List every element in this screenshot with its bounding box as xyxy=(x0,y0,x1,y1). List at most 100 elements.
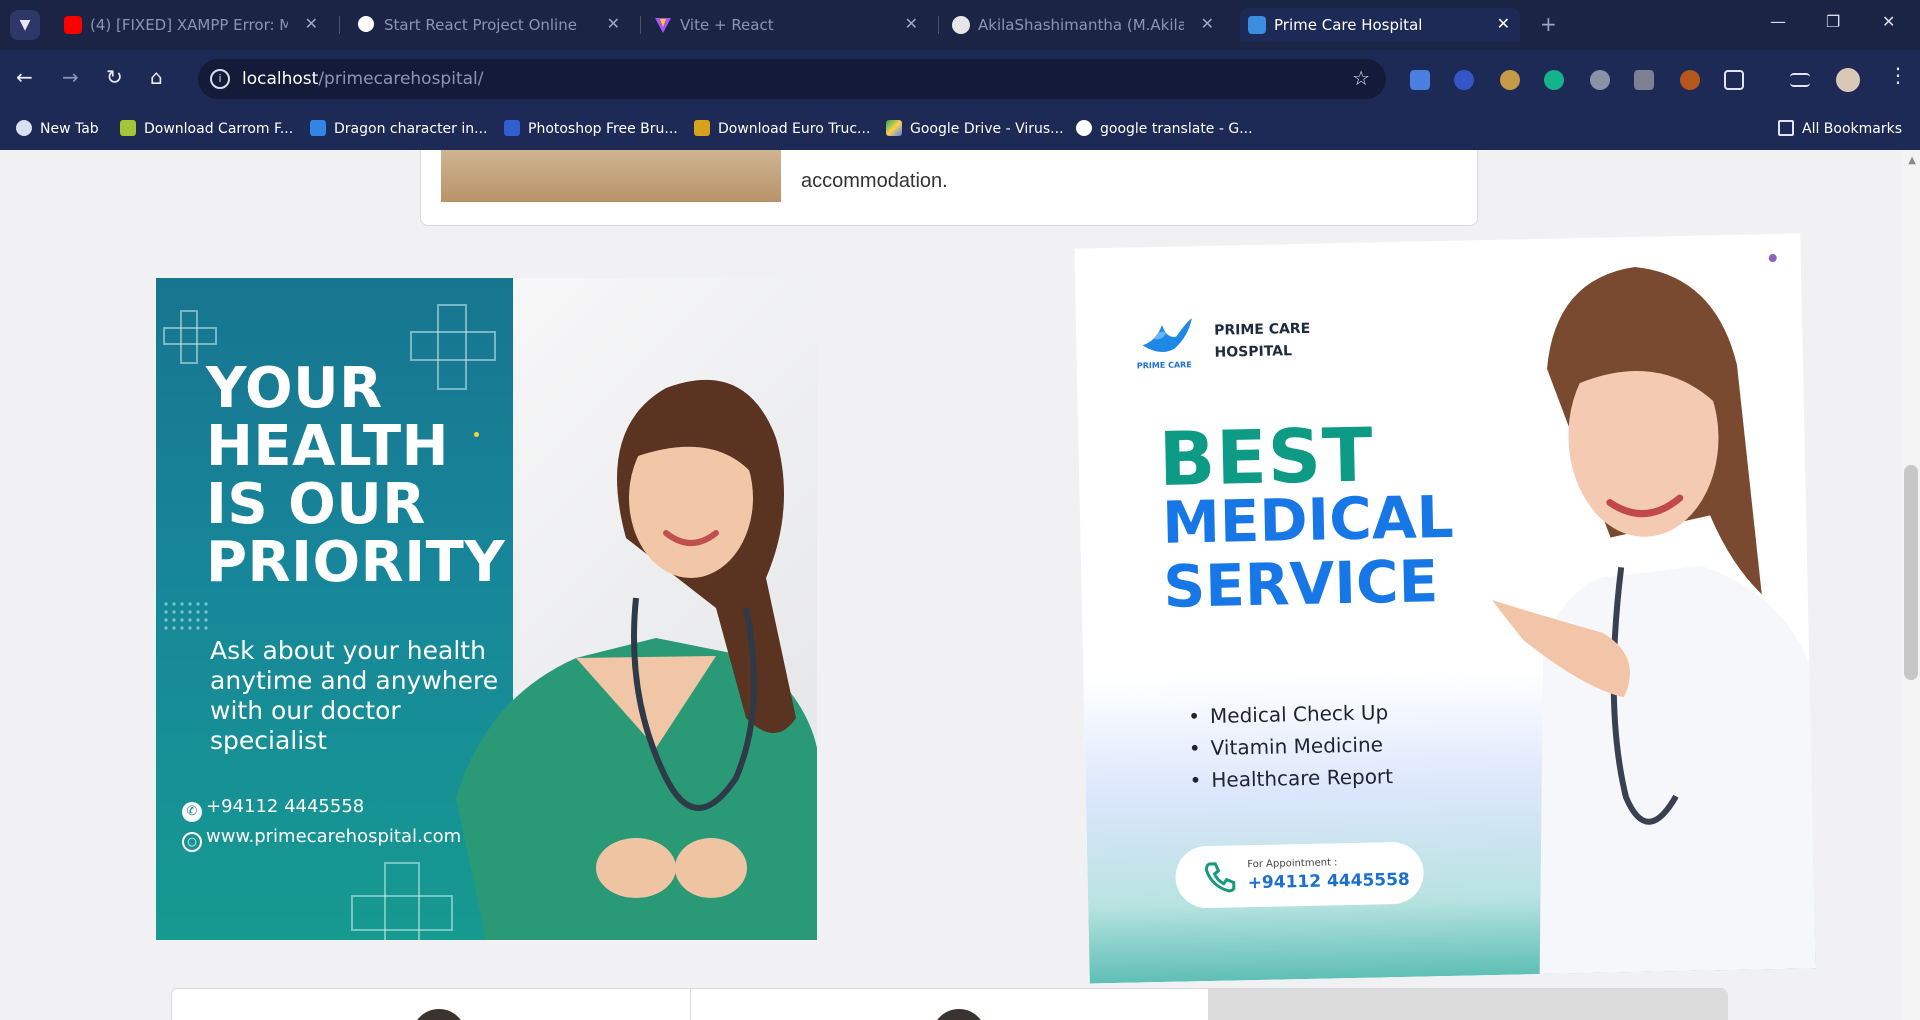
cookie-extension-icon[interactable] xyxy=(1500,70,1520,90)
forward-icon[interactable]: → xyxy=(62,65,79,89)
bookmark-carrom[interactable]: Download Carrom F... xyxy=(120,120,293,137)
home-icon[interactable]: ⌂ xyxy=(150,65,163,89)
bookmark-google-drive[interactable]: Google Drive - Virus... xyxy=(886,120,1064,137)
room-card: accommodation. xyxy=(420,150,1478,226)
appointment-phone: +94112 4445558 xyxy=(1247,869,1410,894)
banner-website: ○ www.primecarehospital.com xyxy=(182,826,461,852)
close-icon[interactable]: ✕ xyxy=(905,14,918,33)
orange-extension-icon[interactable] xyxy=(1680,70,1700,90)
page-viewport: accommodation. YOUR HEALTH IS OUR PRIORI… xyxy=(0,150,1920,1020)
appointment-label: For Appointment : xyxy=(1247,857,1338,871)
reload-icon[interactable]: ↻ xyxy=(106,65,123,89)
room-image xyxy=(441,150,781,202)
globe-icon xyxy=(16,120,32,136)
tab-xampp[interactable]: (4) [FIXED] XAMPP Error: MySQL ✕ xyxy=(56,8,328,42)
headline-line: HEALTH xyxy=(206,414,449,479)
medical-service-heading: MEDICAL SERVICE xyxy=(1161,483,1455,621)
room-description: accommodation. xyxy=(801,170,948,192)
banner-headline: YOUR HEALTH IS OUR PRIORITY xyxy=(206,360,516,592)
hospital-name: PRIME CARE HOSPITAL xyxy=(1214,318,1311,364)
scroll-up-arrow-icon[interactable]: ▲ xyxy=(1908,155,1916,166)
tab-github[interactable]: AkilaShashimantha (M.Akila Sha ✕ xyxy=(944,8,1224,42)
bookmark-photoshop[interactable]: Photoshop Free Bru... xyxy=(504,120,678,137)
extensions-puzzle-icon[interactable] xyxy=(1724,70,1744,90)
tab-strip: ▼ (4) [FIXED] XAMPP Error: MySQL ✕ Start… xyxy=(0,0,1920,50)
folder-icon xyxy=(1778,120,1794,136)
browser-toolbar: ← → ↻ ⌂ i localhost/primecarehospital/ ☆… xyxy=(0,50,1920,108)
bookmark-dragon[interactable]: Dragon character in... xyxy=(310,120,488,137)
url-text[interactable]: localhost/primecarehospital/ xyxy=(242,69,483,89)
health-priority-banner: YOUR HEALTH IS OUR PRIORITY Ask about yo… xyxy=(156,278,817,940)
accent-dot xyxy=(1768,253,1777,263)
media-control-icon[interactable] xyxy=(1790,73,1810,87)
tab-separator xyxy=(640,16,641,34)
new-tab-button[interactable]: + xyxy=(1540,12,1557,36)
tab-search-button[interactable]: ▼ xyxy=(10,10,40,40)
site-info-icon[interactable]: i xyxy=(210,69,230,89)
doctor-photo xyxy=(932,1009,986,1020)
minimize-icon[interactable]: — xyxy=(1770,12,1786,31)
service-item: Healthcare Report xyxy=(1189,760,1393,796)
translate-extension-icon[interactable] xyxy=(1410,70,1430,90)
hospital-logo: PRIME CARE xyxy=(1136,314,1197,371)
tab-separator xyxy=(339,16,340,34)
android-icon xyxy=(120,120,136,136)
phone-number: +94112 4445558 xyxy=(206,796,365,817)
restore-icon[interactable]: ❐ xyxy=(1826,12,1840,31)
youtube-icon xyxy=(64,16,82,34)
url-host: localhost xyxy=(242,69,319,89)
web-extension-icon[interactable] xyxy=(1590,70,1610,90)
service-item: Medical Check Up xyxy=(1188,696,1392,732)
bookmark-label: Dragon character in... xyxy=(334,121,488,137)
brush-icon xyxy=(504,120,520,136)
doctor-card-placeholder xyxy=(1208,989,1728,1020)
phone-icon: ✆ xyxy=(182,802,202,822)
close-icon[interactable]: ✕ xyxy=(607,14,620,33)
dot-grid-decoration xyxy=(162,600,208,634)
close-icon[interactable]: ✕ xyxy=(1497,14,1510,33)
bookmark-label: google translate - G... xyxy=(1100,121,1253,137)
bookmark-label: Google Drive - Virus... xyxy=(910,121,1064,137)
best-medical-service-banner: PRIME CARE PRIME CARE HOSPITAL BEST MEDI… xyxy=(1074,233,1816,984)
google-icon xyxy=(1076,120,1092,136)
scrollbar-thumb[interactable] xyxy=(1904,465,1918,680)
all-bookmarks-button[interactable]: All Bookmarks xyxy=(1778,120,1902,137)
close-window-icon[interactable]: ✕ xyxy=(1882,12,1895,31)
bookmarks-bar: New Tab Download Carrom F... Dragon char… xyxy=(0,108,1920,150)
bookmark-google-translate[interactable]: google translate - G... xyxy=(1076,120,1253,137)
hospital-name-line: HOSPITAL xyxy=(1214,343,1293,361)
doctor-cards-row xyxy=(171,988,1728,1020)
hospital-name-line: PRIME CARE xyxy=(1213,320,1311,339)
menu-kebab-icon[interactable]: ⋮ xyxy=(1888,63,1908,87)
bookmark-euro-truck[interactable]: Download Euro Truc... xyxy=(694,120,870,137)
tab-prime-care[interactable]: Prime Care Hospital ✕ xyxy=(1240,8,1520,42)
logo-caption: PRIME CARE xyxy=(1136,360,1192,371)
bookmark-star-icon[interactable]: ☆ xyxy=(1352,66,1370,90)
avatar[interactable] xyxy=(1836,68,1860,92)
vite-icon xyxy=(654,16,672,34)
bookmark-new-tab[interactable]: New Tab xyxy=(16,120,99,137)
bookmark-label: Download Euro Truc... xyxy=(718,121,871,137)
back-icon[interactable]: ← xyxy=(16,65,33,89)
dove-icon xyxy=(1142,318,1192,353)
tab-react-online[interactable]: Start React Project Online ✕ xyxy=(350,8,630,42)
tab-title: Vite + React xyxy=(680,16,774,34)
headline-line: PRIORITY xyxy=(206,530,506,595)
github-icon xyxy=(952,16,970,34)
globe-icon: ○ xyxy=(182,832,202,852)
grammarly-extension-icon[interactable] xyxy=(1544,70,1564,90)
cross-decoration xyxy=(351,862,453,940)
globe-extension-icon[interactable] xyxy=(1454,70,1474,90)
close-icon[interactable]: ✕ xyxy=(1201,14,1214,33)
services-list: Medical Check Up Vitamin Medicine Health… xyxy=(1188,696,1393,796)
openai-icon xyxy=(358,16,374,32)
bookmark-label: Download Carrom F... xyxy=(144,121,294,137)
ublock-extension-icon[interactable] xyxy=(1634,70,1654,90)
url-path: /primecarehospital/ xyxy=(318,69,484,89)
tab-vite-react[interactable]: Vite + React ✕ xyxy=(646,8,928,42)
headline-line: YOUR xyxy=(206,356,383,421)
close-icon[interactable]: ✕ xyxy=(305,14,318,33)
doctor-photo xyxy=(412,1009,466,1020)
dragon-icon xyxy=(310,120,326,136)
address-bar[interactable]: i localhost/primecarehospital/ ☆ xyxy=(198,59,1386,99)
